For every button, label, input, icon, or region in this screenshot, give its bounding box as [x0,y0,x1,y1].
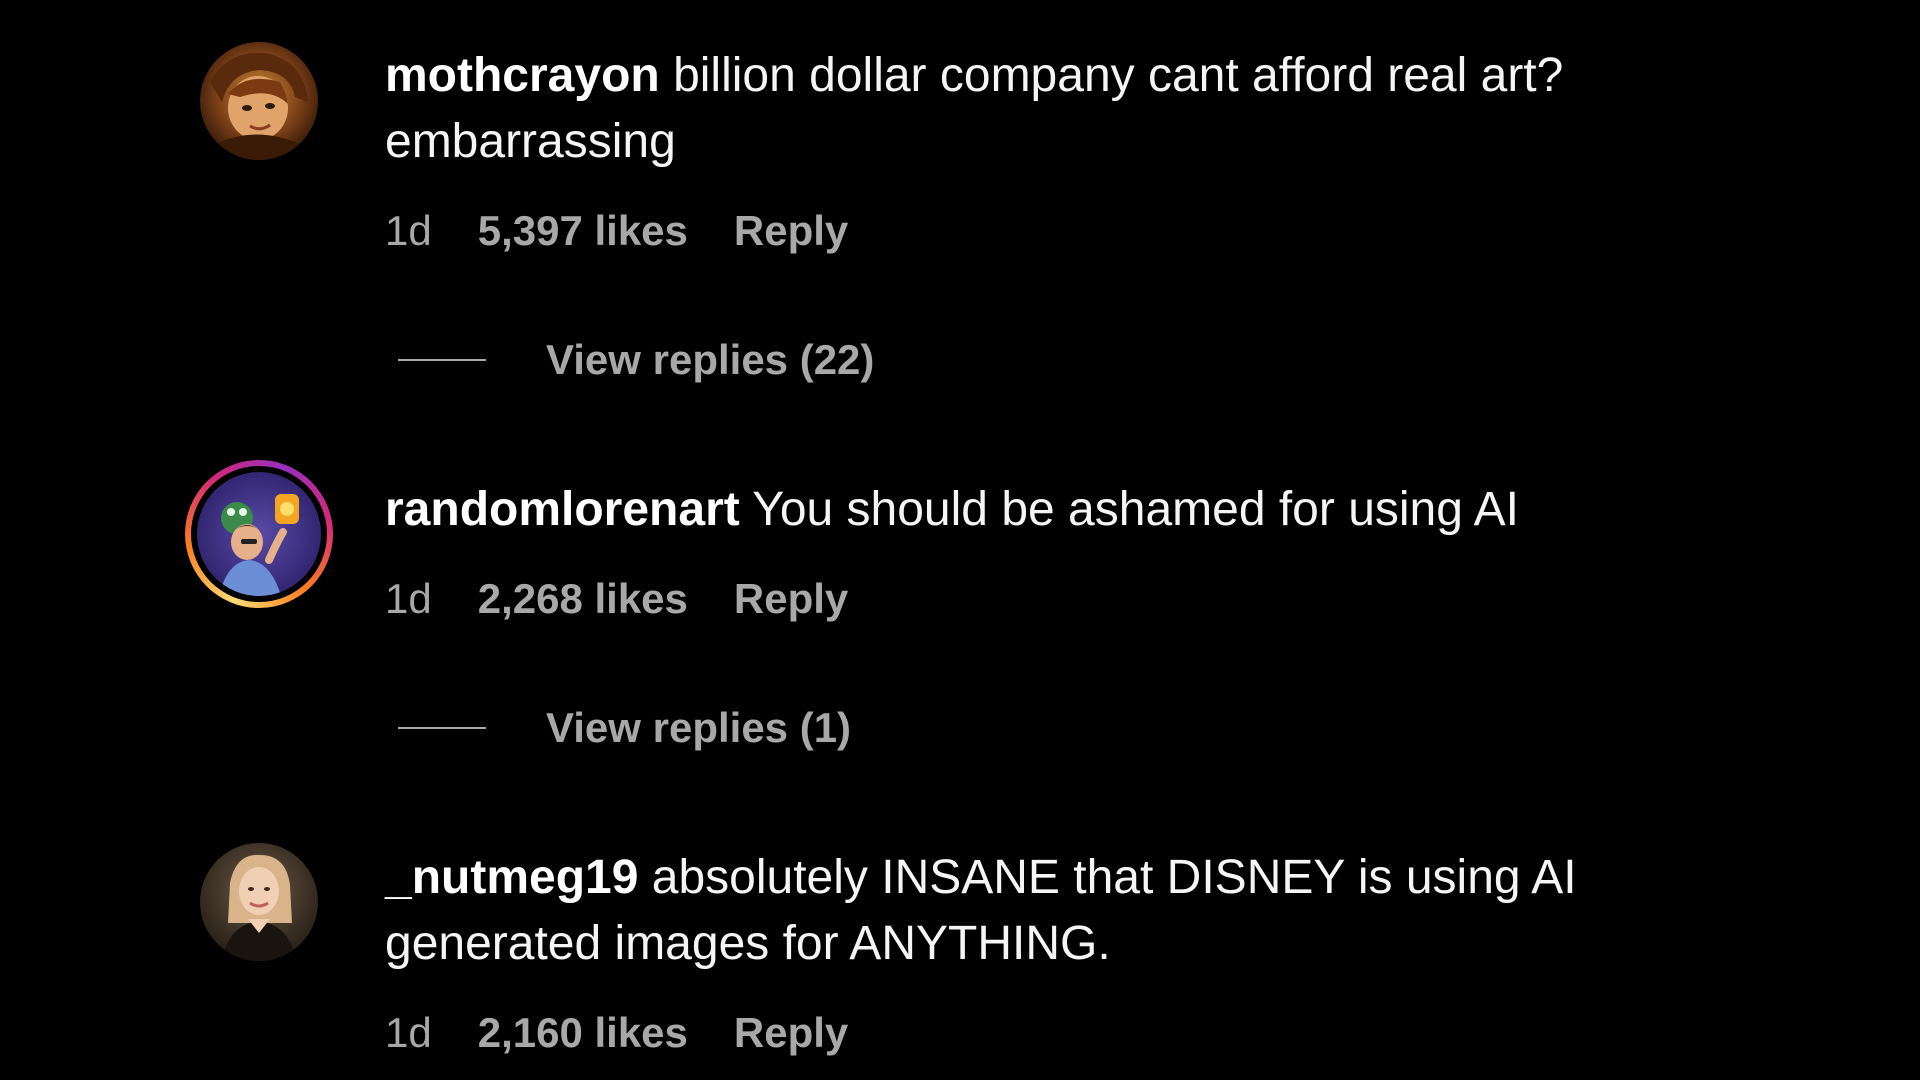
replies-divider-line [398,727,486,729]
comment-meta: 1d 2,160 likes Reply [385,1009,848,1057]
avatar-with-story-ring[interactable] [185,460,333,608]
reply-button[interactable]: Reply [734,207,848,255]
comment-text: You should be ashamed for using AI [752,483,1519,536]
view-replies-button[interactable]: View replies (1) [398,704,851,752]
comment-body: _nutmeg19 absolutely INSANE that DISNEY … [385,845,1765,977]
comment-body: randomlorenart You should be ashamed for… [385,477,1765,543]
comment-likes-count[interactable]: 5,397 likes [478,207,688,255]
avatar[interactable] [200,843,318,961]
user-avatar-image [200,843,318,961]
user-avatar-image [197,472,321,596]
story-ring-gap [191,466,327,602]
comment-meta: 1d 5,397 likes Reply [385,207,848,255]
comment-username[interactable]: _nutmeg19 [385,851,638,904]
reply-button[interactable]: Reply [734,575,848,623]
avatar[interactable] [200,42,318,160]
avatar [197,472,321,596]
view-replies-label: View replies (1) [546,704,852,751]
comment-timestamp: 1d [385,1009,432,1056]
comment-timestamp: 1d [385,575,432,622]
view-replies-button[interactable]: View replies (22) [398,336,874,384]
user-avatar-image [200,42,318,160]
comment-likes-count[interactable]: 2,160 likes [478,1009,688,1057]
comment-likes-count[interactable]: 2,268 likes [478,575,688,623]
comment-timestamp: 1d [385,207,432,254]
comment-username[interactable]: mothcrayon [385,49,660,102]
comment-username[interactable]: randomlorenart [385,483,740,536]
comment-meta: 1d 2,268 likes Reply [385,575,848,623]
reply-button[interactable]: Reply [734,1009,848,1057]
replies-divider-line [398,359,486,361]
comment-body: mothcrayon billion dollar company cant a… [385,43,1765,175]
view-replies-label: View replies (22) [546,336,875,383]
